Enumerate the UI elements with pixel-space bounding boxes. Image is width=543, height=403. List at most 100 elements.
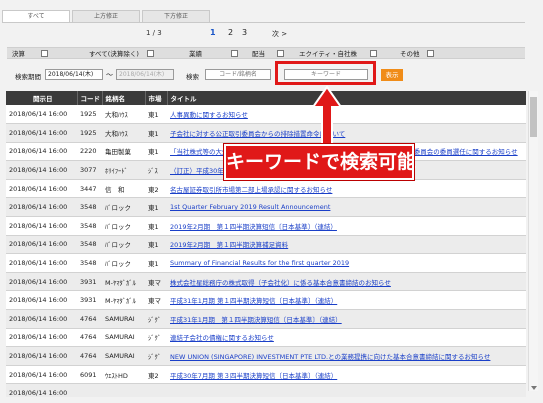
period-label: 検索期間 [15, 73, 41, 81]
pagination: 1 / 3 1 2 3 次 > [0, 28, 530, 39]
cell-code: 3931 [77, 272, 102, 292]
disclosure-title-link[interactable]: 2019年2月期 第１四半期決算補足資料 [170, 241, 288, 249]
cell-date: 2018/06/14 16:00 [6, 216, 77, 236]
cell-code: 3548 [77, 235, 102, 255]
cell-date: 2018/06/14 16:00 [6, 383, 77, 397]
disclosure-title-link[interactable]: 1st Quarter February 2019 Result Announc… [170, 203, 330, 211]
cell-title: 名古屋証券取引所市場第二部上場承認に関するお知らせ [167, 179, 526, 199]
cell-name: ｳｴｽﾄHD [102, 365, 145, 385]
cell-date: 2018/06/14 16:00 [6, 123, 77, 143]
page-link-3[interactable]: 3 [242, 28, 247, 37]
disclosure-title-link[interactable]: 連結子会社の債権に関するお知らせ [170, 334, 274, 342]
display-button[interactable]: 表示 [381, 69, 403, 81]
cell-date: 2018/06/14 16:00 [6, 197, 77, 218]
filter-label-all-except-results: すべて(決算除く) [89, 50, 139, 58]
filter-checkbox-all-except-results[interactable] [147, 50, 154, 57]
disclosure-title-link[interactable]: Summary of Financial Results for the fir… [170, 259, 349, 267]
table-row: 2018/06/14 16:00 3548 ﾊﾞロック 東1 Summary of Fi… [6, 253, 526, 273]
filter-checkbox-dividend[interactable] [277, 50, 284, 57]
date-from-field[interactable]: 2018/06/14(木) [45, 69, 103, 80]
scroll-down-icon[interactable] [530, 385, 538, 391]
cell-market: 東マ [145, 290, 167, 311]
table-row: 2018/06/14 16:00 3548 ﾊﾞロック 東1 2019年2月期 第１四半… [6, 235, 526, 255]
header-date[interactable]: 開示日 [6, 91, 78, 105]
filter-checkbox-equity[interactable] [370, 50, 377, 57]
category-filter-bar: 決算 すべて(決算除く) 業績 配当 エクイティ・自社株 その他 [7, 47, 525, 59]
table-row: 2018/06/14 16:00 [6, 383, 526, 397]
filter-checkbox-other[interactable] [427, 50, 434, 57]
cell-market: 東1 [145, 142, 167, 162]
cell-market: 東1 [145, 216, 167, 236]
table-row: 2018/06/14 16:00 3931 M-ﾔﾏﾀﾞｶﾞﾙ 東マ 株式会社星総務庁の… [6, 272, 526, 292]
disclosure-title-link[interactable]: 平成30年7月期 第３四半期決算短信〔日本基準〕（連結） [170, 372, 337, 380]
cell-code: 4764 [77, 309, 102, 329]
cell-title: 2019年2月期 第１四半期決算短信〔日本基準〕（連結） [167, 216, 526, 236]
cell-title: 平成31年1月期 第１四半期決算短信〔日本基準〕（連結） [167, 290, 526, 311]
cell-title: 平成31年1月期 第１四半期決算短信〔日本基準〕（連結） [167, 309, 526, 329]
table-row: 2018/06/14 16:00 3447 信 和東2 名古屋証券取引所市場第二部上場… [6, 179, 526, 199]
keyword-callout: キーワードで検索可能 [223, 143, 416, 181]
header-code[interactable]: コード [77, 91, 103, 105]
cell-title: 2019年2月期 第１四半期決算補足資料 [167, 235, 526, 255]
page-link-1[interactable]: 1 [210, 28, 216, 37]
disclosure-title-link[interactable]: 人事異動に関するお知らせ [170, 111, 248, 119]
scrollbar-thumb[interactable] [530, 97, 537, 137]
filter-label-results: 決算 [12, 50, 25, 58]
cell-name [102, 383, 145, 397]
cell-code: 2220 [77, 142, 102, 162]
cell-market: 東1 [145, 253, 167, 273]
cell-date: 2018/06/14 16:00 [6, 272, 77, 292]
cell-market: ｼﾞｸﾞ [145, 309, 167, 329]
disclosure-title-link[interactable]: 平成31年1月期 第１四半期決算短信〔日本基準〕（連結） [170, 297, 337, 305]
cell-name: ﾊﾞロック [102, 216, 145, 236]
cell-date: 2018/06/14 16:00 [6, 346, 77, 366]
table-row: 2018/06/14 16:00 6091 ｳｴｽﾄHD 東2 平成30年7月期 第３四… [6, 365, 526, 385]
cell-market: 東1 [145, 235, 167, 255]
cell-code: 3548 [77, 197, 102, 218]
table-header-row: 開示日 コード 銘柄名 市場 タイトル [6, 91, 526, 105]
header-market[interactable]: 市場 [145, 91, 168, 105]
cell-market: ｼﾞｸﾞ [145, 346, 167, 366]
table-row: 2018/06/14 16:00 4764 SAMURAI ｼﾞｸﾞ NEW UNION… [6, 346, 526, 366]
table-row: 2018/06/14 16:00 3548 ﾊﾞロック 東1 1st Quarter F… [6, 197, 526, 218]
cell-market: 東マ [145, 272, 167, 292]
cell-market: 東1 [145, 197, 167, 218]
cell-title: NEW UNION (SINGAPORE) INVESTMENT PTE LTD… [167, 346, 526, 366]
table-scrollbar[interactable] [528, 91, 538, 391]
disclosure-title-link[interactable]: 株式会社星総務庁の株式取得（子会社化）に係る基本合意書締結のお知らせ [170, 279, 391, 287]
table-row: 2018/06/14 16:00 4764 SAMURAI ｼﾞｸﾞ 平成31年1月期 … [6, 309, 526, 329]
cell-market: ｼﾞｸﾞ [145, 328, 167, 348]
cell-name: SAMURAI [102, 346, 145, 366]
date-to-field[interactable]: 2018/06/14(木) [116, 69, 174, 80]
next-page-link[interactable]: 次 > [272, 29, 287, 39]
cell-market: 東2 [145, 179, 167, 199]
cell-date: 2018/06/14 16:00 [6, 235, 77, 255]
table-row: 2018/06/14 16:00 3548 ﾊﾞロック 東1 2019年2月期 第１四半… [6, 216, 526, 236]
filter-checkbox-results[interactable] [41, 50, 48, 57]
code-search-input[interactable] [205, 69, 271, 80]
cell-code: 1925 [77, 105, 102, 125]
cell-code: 3447 [77, 179, 102, 199]
cell-code: 3931 [77, 290, 102, 311]
cell-name: ﾊﾞロック [102, 253, 145, 273]
disclosure-title-link[interactable]: 名古屋証券取引所市場第二部上場承認に関するお知らせ [170, 186, 332, 194]
disclosure-title-link[interactable]: 2019年2月期 第１四半期決算短信〔日本基準〕（連結） [170, 223, 337, 231]
cell-market: ｼﾞｽ [145, 160, 167, 180]
cell-name: ﾊﾞロック [102, 235, 145, 255]
cell-title: 株式会社星総務庁の株式取得（子会社化）に係る基本合意書締結のお知らせ [167, 272, 526, 292]
cell-name: ﾊﾞロック [102, 197, 145, 218]
disclosure-title-link[interactable]: NEW UNION (SINGAPORE) INVESTMENT PTE LTD… [170, 353, 490, 361]
filter-checkbox-earnings[interactable] [231, 50, 238, 57]
filter-label-dividend: 配当 [252, 50, 265, 58]
header-name[interactable]: 銘柄名 [102, 91, 146, 105]
disclosure-title-link[interactable]: 平成31年1月期 第１四半期決算短信〔日本基準〕（連結） [170, 316, 342, 324]
page-count: 1 / 3 [146, 29, 162, 37]
page-link-2[interactable]: 2 [228, 28, 233, 37]
cell-code: 4764 [77, 346, 102, 366]
date-range-tilde: 〜 [106, 71, 113, 79]
cell-code [77, 383, 102, 397]
search-label: 検索 [186, 73, 199, 81]
cell-code: 6091 [77, 365, 102, 385]
filter-label-equity: エクイティ・自社株 [299, 50, 357, 58]
cell-name: SAMURAI [102, 328, 145, 348]
